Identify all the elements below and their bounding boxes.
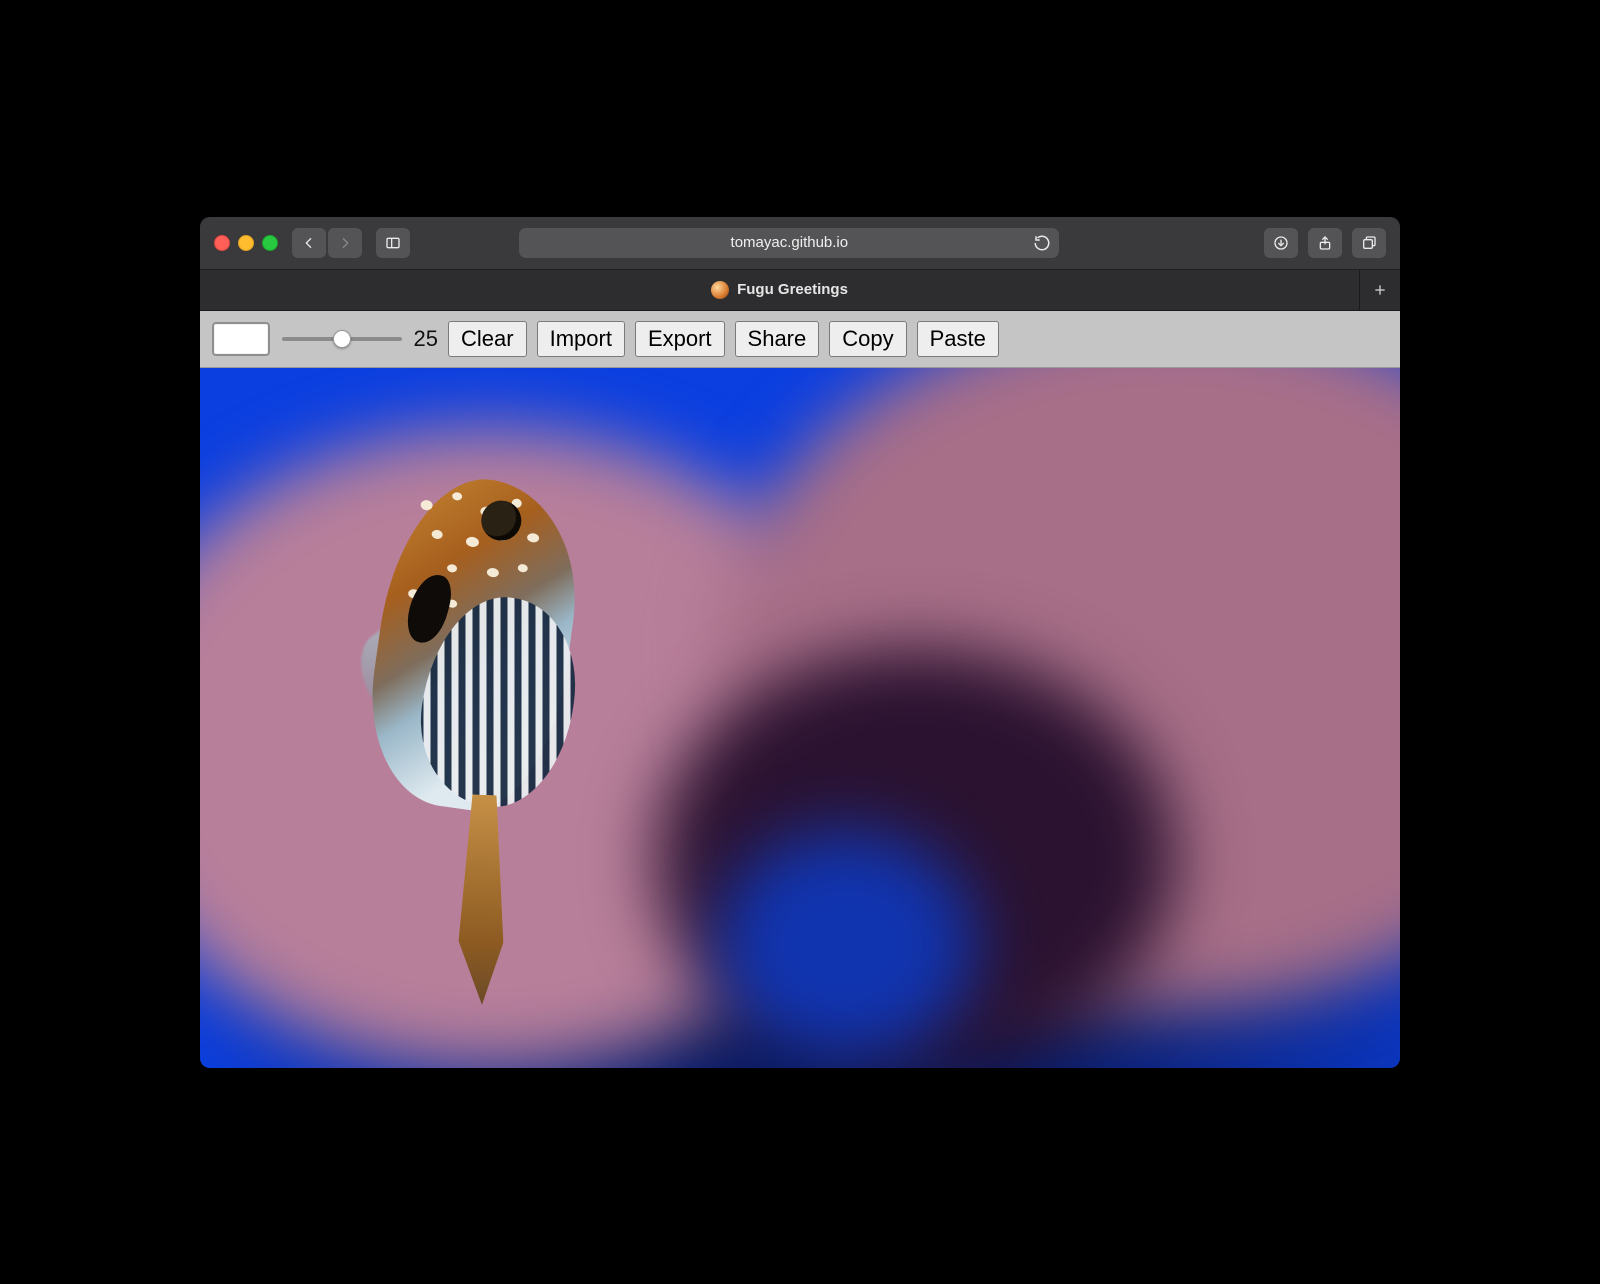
address-bar[interactable]: tomayac.github.io xyxy=(519,228,1059,258)
address-bar-text: tomayac.github.io xyxy=(519,234,1059,251)
brush-size-value: 25 xyxy=(410,326,438,352)
show-sidebar-button[interactable] xyxy=(376,228,410,258)
tabs-overview-button[interactable] xyxy=(1352,228,1386,258)
plus-icon xyxy=(1372,282,1388,298)
downloads-button[interactable] xyxy=(1264,228,1298,258)
safari-window: tomayac.github.io Fugu xyxy=(200,217,1400,1068)
import-button[interactable]: Import xyxy=(537,321,625,357)
back-button[interactable] xyxy=(292,228,326,258)
forward-button[interactable] xyxy=(328,228,362,258)
download-icon xyxy=(1273,235,1289,251)
close-window-button[interactable] xyxy=(214,235,230,251)
clear-button[interactable]: Clear xyxy=(448,321,527,357)
tab-strip: Fugu Greetings xyxy=(200,270,1400,311)
share-app-button[interactable]: Share xyxy=(735,321,820,357)
new-tab-button[interactable] xyxy=(1359,270,1400,310)
drawing-canvas[interactable] xyxy=(200,368,1400,1068)
tab-fugu-greetings[interactable]: Fugu Greetings xyxy=(200,270,1359,310)
copy-button[interactable]: Copy xyxy=(829,321,906,357)
chevron-right-icon xyxy=(337,235,353,251)
browser-titlebar: tomayac.github.io xyxy=(200,217,1400,270)
brush-size-control: 25 xyxy=(280,326,438,352)
sidebar-icon xyxy=(385,235,401,251)
tabs-icon xyxy=(1361,235,1377,251)
maximize-window-button[interactable] xyxy=(262,235,278,251)
fugu-favicon-icon xyxy=(711,281,729,299)
share-button[interactable] xyxy=(1308,228,1342,258)
window-controls xyxy=(214,235,278,251)
paste-button[interactable]: Paste xyxy=(917,321,999,357)
reload-icon xyxy=(1033,234,1051,252)
brush-size-slider[interactable] xyxy=(282,337,402,341)
titlebar-right-group xyxy=(1264,228,1386,258)
nav-buttons xyxy=(292,228,362,258)
chevron-left-icon xyxy=(301,235,317,251)
canvas-image xyxy=(200,368,1400,1068)
app-toolbar: 25 Clear Import Export Share Copy Paste xyxy=(200,311,1400,368)
export-button[interactable]: Export xyxy=(635,321,725,357)
share-icon xyxy=(1317,235,1333,251)
reload-button[interactable] xyxy=(1033,234,1051,256)
fugu-fish-illustration xyxy=(303,462,678,1032)
tab-title: Fugu Greetings xyxy=(737,281,848,298)
color-picker[interactable] xyxy=(212,322,270,356)
minimize-window-button[interactable] xyxy=(238,235,254,251)
